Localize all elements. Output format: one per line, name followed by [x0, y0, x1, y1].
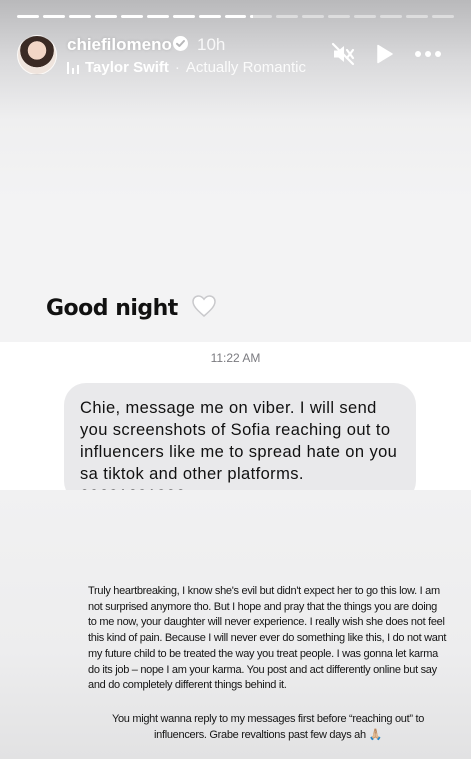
story-progress-segment	[354, 15, 377, 18]
story-progress-segment	[406, 15, 428, 18]
story-progress-segment	[94, 15, 117, 18]
verified-badge-icon	[173, 36, 188, 51]
caption-paragraph-1: Truly heartbreaking, I know she's evil b…	[88, 585, 447, 692]
greeting-text: Good night	[46, 294, 217, 324]
story-progress-segment	[42, 15, 65, 18]
story-progress-bar	[17, 15, 454, 18]
message-screenshot: 11:22 AM Chie, message me on viber. I wi…	[0, 342, 471, 503]
story-header: chiefilomeno 10h Taylor Swift · Actually…	[17, 33, 454, 77]
story-progress-segment	[224, 15, 247, 18]
story-progress-segment	[68, 15, 91, 18]
story-progress-segment	[146, 15, 169, 18]
speaker-muted-icon[interactable]	[330, 41, 356, 67]
caption-panel: Truly heartbreaking, I know she's evil b…	[0, 490, 471, 759]
music-sticker[interactable]: Taylor Swift · Actually Romantic	[67, 59, 306, 76]
story-progress-segment	[380, 15, 403, 18]
music-title: Actually Romantic	[185, 59, 306, 76]
more-horizontal-icon[interactable]	[413, 41, 441, 67]
avatar[interactable]	[17, 35, 57, 75]
story-progress-segment	[276, 15, 299, 18]
story-progress-segment	[328, 15, 351, 18]
music-artist: Taylor Swift	[85, 59, 169, 76]
story-progress-segment	[198, 15, 221, 18]
story-progress-segment	[120, 15, 143, 18]
caption-paragraph-2: You might wanna reply to my messages fir…	[111, 713, 425, 741]
white-heart-icon	[191, 294, 217, 324]
story-progress-segment	[302, 15, 325, 18]
message-timestamp: 11:22 AM	[210, 351, 261, 365]
message-bubble: Chie, message me on viber. I will send y…	[64, 383, 416, 503]
username[interactable]: chiefilomeno	[67, 35, 172, 55]
greeting-label: Good night	[46, 296, 178, 321]
story-progress-segment	[172, 15, 195, 18]
music-bars-icon	[67, 61, 79, 74]
message-text: Chie, message me on viber. I will send y…	[80, 399, 398, 483]
story-progress-segment	[17, 15, 39, 18]
story-progress-segment	[432, 15, 454, 18]
story-progress-segment	[250, 15, 273, 18]
music-separator: ·	[174, 59, 180, 76]
play-icon[interactable]	[371, 41, 397, 67]
story-time-ago: 10h	[197, 35, 226, 54]
story-viewer[interactable]: chiefilomeno 10h Taylor Swift · Actually…	[0, 0, 471, 759]
